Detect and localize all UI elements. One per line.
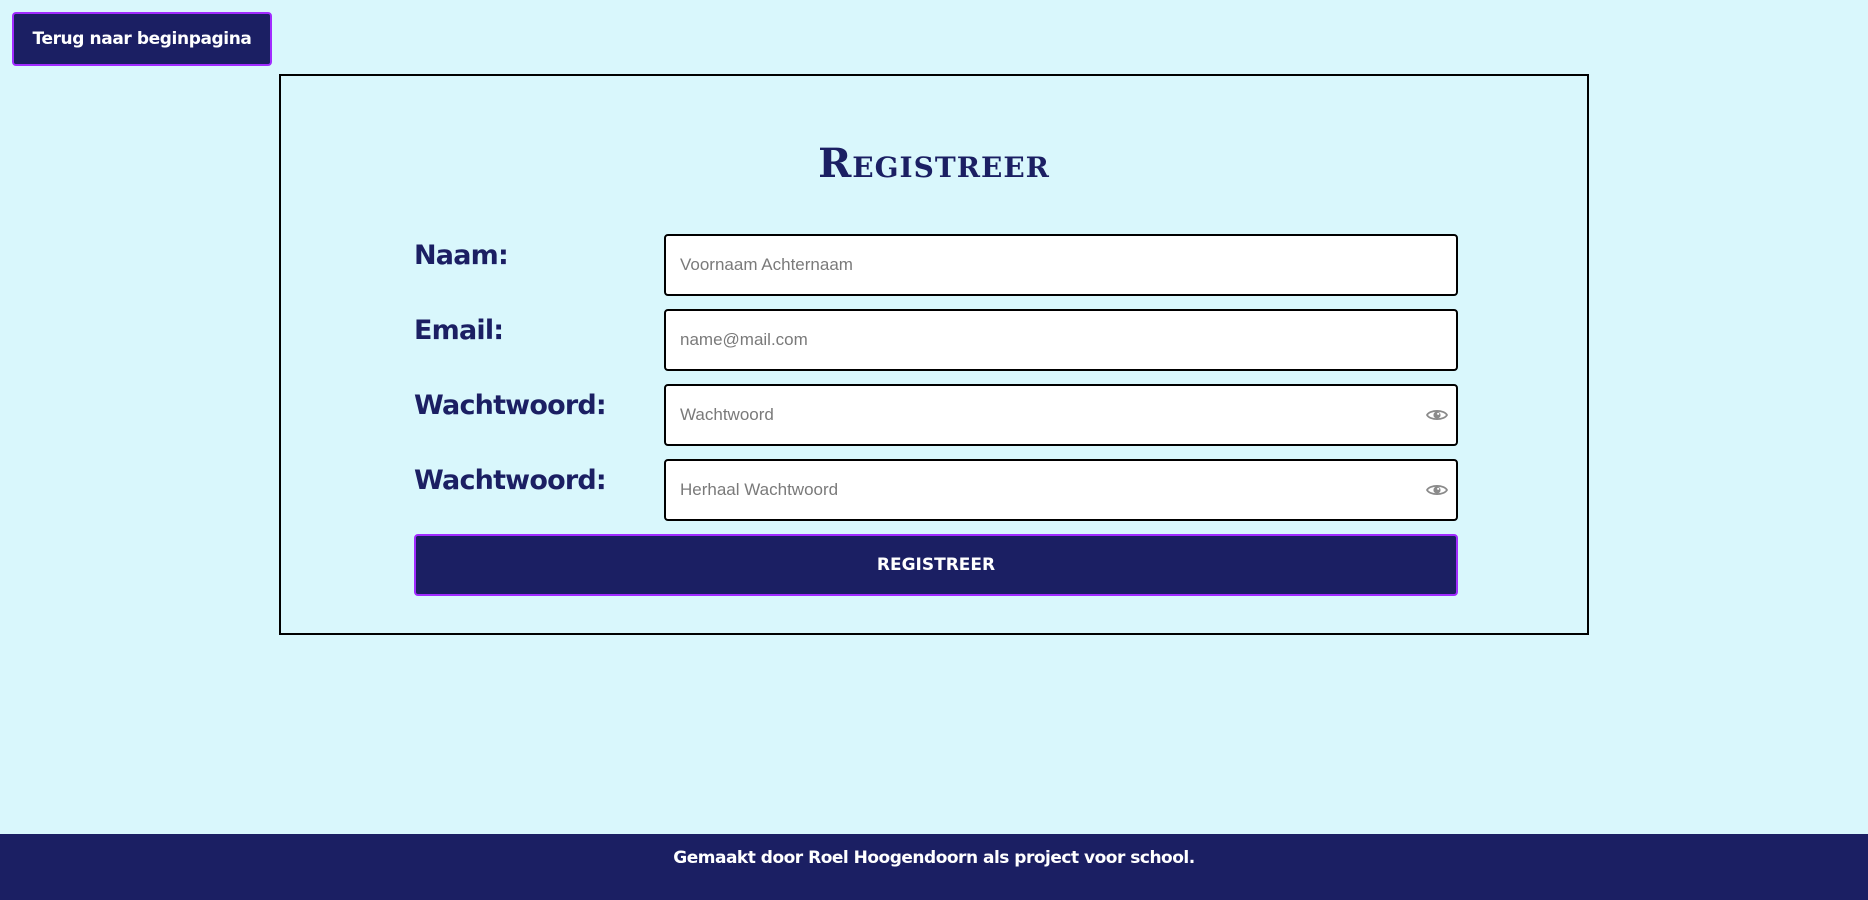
back-to-home-button[interactable]: Terug naar beginpagina: [12, 12, 272, 66]
email-input[interactable]: [664, 309, 1458, 371]
password-field-row: Wachtwoord:: [414, 384, 1458, 446]
repeat-password-field-row: Wachtwoord:: [414, 459, 1458, 521]
repeat-password-input[interactable]: [664, 459, 1458, 521]
eye-icon[interactable]: [1426, 405, 1448, 425]
eye-icon[interactable]: [1426, 480, 1448, 500]
repeat-password-label: Wachtwoord:: [414, 465, 607, 496]
name-input[interactable]: [664, 234, 1458, 296]
footer-credit: Gemaakt door Roel Hoogendoorn als projec…: [673, 848, 1195, 868]
register-panel: Registreer Naam: Email: Wachtwoord: Wach…: [279, 74, 1589, 635]
email-label: Email:: [414, 315, 504, 346]
page-title: Registreer: [818, 140, 1050, 187]
name-label: Naam:: [414, 240, 509, 271]
footer: Gemaakt door Roel Hoogendoorn als projec…: [0, 834, 1868, 900]
password-label: Wachtwoord:: [414, 390, 607, 421]
email-field-row: Email:: [414, 309, 1458, 371]
password-input[interactable]: [664, 384, 1458, 446]
register-submit-button[interactable]: REGISTREER: [414, 534, 1458, 596]
name-field-row: Naam:: [414, 234, 1458, 296]
